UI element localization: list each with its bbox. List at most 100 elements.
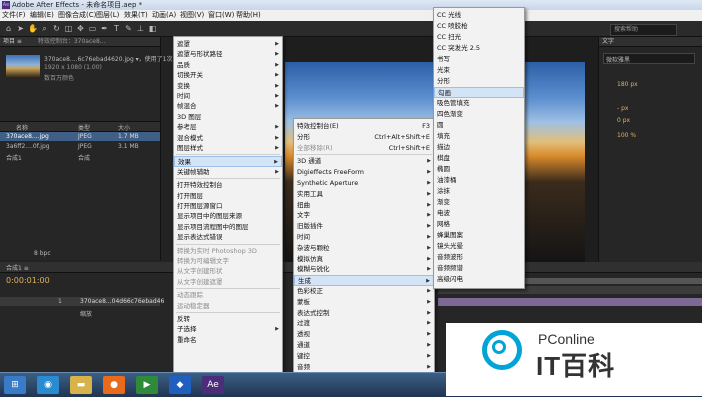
generate_menu-item[interactable]: 勾画	[434, 87, 524, 98]
generate_menu-item[interactable]: 渐变	[434, 197, 524, 208]
generate_menu-item[interactable]: 椭圆	[434, 164, 524, 175]
menu-layer[interactable]: 图层(L)	[96, 10, 119, 21]
generate_menu-item[interactable]: 电波	[434, 208, 524, 219]
layer_menu-item[interactable]: 反转	[174, 314, 282, 325]
layer_menu-item[interactable]: 关键帧辅助 ▶	[174, 167, 282, 178]
character-tab[interactable]: 文字	[602, 38, 614, 45]
tracking-value[interactable]: 0 px	[617, 117, 630, 124]
effect-controls-tab[interactable]: 特效控制台：370ace8…	[38, 38, 106, 45]
effects_menu-item[interactable]: 过渡 ▶	[294, 318, 434, 329]
layer_menu-item[interactable]: 3D 图层	[174, 112, 282, 123]
generate_menu-item[interactable]: 高级闪电	[434, 274, 524, 285]
timecode-display[interactable]: 0:00:01:00	[6, 276, 50, 285]
menu-help[interactable]: 帮助(H)	[236, 10, 261, 21]
generate_menu-item[interactable]: CC 喷胶枪	[434, 21, 524, 32]
start-orb-icon[interactable]: ⊞	[4, 376, 26, 394]
generate_menu-item[interactable]: 吸色管填充	[434, 98, 524, 109]
generate_menu-item[interactable]: 音频频谱	[434, 263, 524, 274]
generate_menu-item[interactable]: 棋盘	[434, 153, 524, 164]
generate_menu-item[interactable]: 蜂巢图案	[434, 230, 524, 241]
rotate-tool-icon[interactable]: ↻	[52, 24, 61, 33]
effects_menu-item[interactable]: 色彩校正 ▶	[294, 286, 434, 297]
layer_menu-item[interactable]: 遮罩 ▶	[174, 39, 282, 50]
layer_menu-item[interactable]: 帧混合 ▶	[174, 101, 282, 112]
layer_menu-item[interactable]: 变换 ▶	[174, 81, 282, 92]
layer_menu-item[interactable]: 打开图层	[174, 191, 282, 202]
generate_menu-item[interactable]: 书写	[434, 54, 524, 65]
layer_menu-item[interactable]: 打开特效控制台	[174, 180, 282, 191]
project-item-row[interactable]: 3a6ff2....0f.jpg JPEG 3.1 MB	[0, 142, 160, 151]
menu-file[interactable]: 文件(F)	[2, 10, 26, 21]
generate_menu-item[interactable]: CC 扫光	[434, 32, 524, 43]
project-item-row[interactable]: 合成1 合成	[0, 152, 160, 162]
text-tool-icon[interactable]: T	[112, 24, 121, 33]
effects_menu-item[interactable]: 扭曲 ▶	[294, 200, 434, 211]
generate_menu-item[interactable]: 网格	[434, 219, 524, 230]
effects_menu-item[interactable]: 模糊与锐化 ▶	[294, 264, 434, 275]
effects_menu-item[interactable]: 蒙板 ▶	[294, 297, 434, 308]
firefox-icon[interactable]: ●	[103, 376, 125, 394]
col-type[interactable]: 类型	[78, 123, 90, 132]
generate_menu-item[interactable]: 镜头光晕	[434, 241, 524, 252]
generate_menu-item[interactable]: CC 光线	[434, 10, 524, 21]
layer_menu-item[interactable]: 切换开关 ▶	[174, 70, 282, 81]
layer_menu-item[interactable]: 打开图层源窗口	[174, 201, 282, 212]
layer_menu-item[interactable]: 图层样式 ▶	[174, 143, 282, 154]
menu-animation[interactable]: 动画(A)	[152, 10, 176, 21]
brush-tool-icon[interactable]: ✎	[124, 24, 133, 33]
menu-edit[interactable]: 编辑(E)	[30, 10, 54, 21]
menu-composition[interactable]: 图像合成(C)	[58, 10, 96, 21]
pan-tool-icon[interactable]: ✥	[76, 24, 85, 33]
font-family-select[interactable]: 微软雅黑	[603, 53, 695, 64]
folder-icon[interactable]: ▬	[70, 376, 92, 394]
generate_menu-item[interactable]: 油漆桶	[434, 175, 524, 186]
home-icon[interactable]: ⌂	[4, 24, 13, 33]
pen-tool-icon[interactable]: ✒	[100, 24, 109, 33]
effects_menu-item[interactable]: 键控 ▶	[294, 351, 434, 362]
scale-value[interactable]: 100 %	[617, 132, 636, 139]
eraser-tool-icon[interactable]: ◧	[148, 24, 157, 33]
menu-effect[interactable]: 效果(T)	[124, 10, 148, 21]
generate_menu-item[interactable]: 涂抹	[434, 186, 524, 197]
col-name[interactable]: 名称	[16, 123, 28, 132]
stamp-tool-icon[interactable]: ⊥	[136, 24, 145, 33]
layer-property-scale[interactable]: 缩放	[80, 309, 92, 318]
layer_menu-item[interactable]: 品质 ▶	[174, 60, 282, 71]
generate_menu-item[interactable]: 圆	[434, 120, 524, 131]
layer_menu-item[interactable]: 子选择 ▶	[174, 324, 282, 335]
generate_menu-item[interactable]: 光束	[434, 65, 524, 76]
hand-tool-icon[interactable]: ✋	[28, 24, 38, 33]
effects_menu-item[interactable]: 杂波与颗粒 ▶	[294, 243, 434, 254]
timeline-tab[interactable]: 合成1 ≡	[6, 263, 29, 272]
generate_menu-item[interactable]: 音频波形	[434, 252, 524, 263]
help-search-input[interactable]: 搜索帮助	[610, 24, 677, 36]
effects_menu-item[interactable]: Digieffects FreeForm ▶	[294, 167, 434, 178]
layer_menu-item[interactable]: 效果 ▶	[174, 156, 282, 168]
selection-tool-icon[interactable]: ➤	[16, 24, 25, 33]
rectangle-tool-icon[interactable]: ▭	[88, 24, 97, 33]
app-icon[interactable]: ◆	[169, 376, 191, 394]
effects_menu-item[interactable]: Synthetic Aperture ▶	[294, 178, 434, 189]
effects_menu-item[interactable]: 模拟仿真 ▶	[294, 254, 434, 265]
camera-tool-icon[interactable]: ◫	[64, 24, 73, 33]
leading-value[interactable]: - px	[617, 105, 628, 112]
effects_menu-item[interactable]: 生成 ▶	[294, 275, 434, 287]
project-tab[interactable]: 项目 ≡	[3, 38, 22, 45]
generate_menu-item[interactable]: 分形	[434, 76, 524, 87]
layer-duration-bar[interactable]	[438, 298, 702, 306]
globe-icon[interactable]: ◉	[37, 376, 59, 394]
effects_menu-item[interactable]: 音频 ▶	[294, 362, 434, 373]
layer_menu-item[interactable]: 显示项目流程图中的图层	[174, 222, 282, 233]
layer_menu-item[interactable]: 时间 ▶	[174, 91, 282, 102]
layer_menu-item[interactable]: 显示项目中的图层来源	[174, 211, 282, 222]
layer_menu-item[interactable]: 遮罩与形状路径 ▶	[174, 49, 282, 60]
effects_menu-item[interactable]: 3D 通道 ▶	[294, 156, 434, 167]
generate_menu-item[interactable]: 描边	[434, 142, 524, 153]
layer_menu-item[interactable]: 混合模式 ▶	[174, 133, 282, 144]
bpc-label[interactable]: 8 bpc	[34, 250, 51, 257]
effects_menu-item[interactable]: 时间 ▶	[294, 232, 434, 243]
effects_menu-item[interactable]: 分形 Ctrl+Alt+Shift+E	[294, 132, 434, 143]
project-item-row[interactable]: 370ace8....jpg JPEG 1.7 MB	[0, 132, 160, 141]
effects_menu-item[interactable]: 透视 ▶	[294, 329, 434, 340]
effects_menu-item[interactable]: 通道 ▶	[294, 340, 434, 351]
